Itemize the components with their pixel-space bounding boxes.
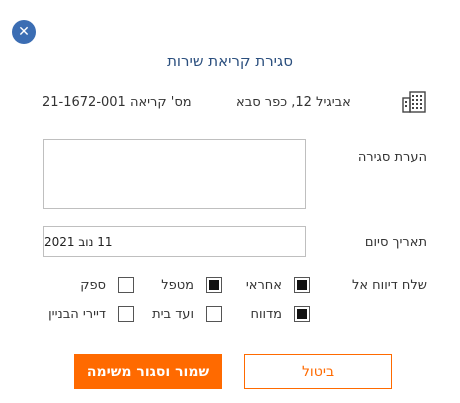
end-date-label: תאריך סיום bbox=[364, 235, 427, 250]
checkbox-box[interactable] bbox=[294, 306, 310, 322]
checkbox-box[interactable] bbox=[294, 277, 310, 293]
checkbox-label: אחראי bbox=[245, 277, 282, 293]
checkbox-label: ועד בית bbox=[152, 306, 194, 322]
recipient-reporter-checkbox[interactable]: מדווח bbox=[250, 304, 310, 324]
recipient-supplier-checkbox[interactable]: ספק bbox=[80, 275, 134, 295]
send-report-label: שלח דיווח אל bbox=[351, 278, 427, 293]
building-icon bbox=[402, 91, 426, 113]
closing-note-label: הערת סגירה bbox=[357, 150, 427, 165]
close-button[interactable]: ✕ bbox=[12, 20, 36, 44]
recipient-handler-checkbox[interactable]: מטפל bbox=[161, 275, 222, 295]
call-number-text: מס' קריאה 21-1672-001 bbox=[42, 95, 192, 110]
checkbox-label: מטפל bbox=[161, 277, 194, 293]
checkbox-box[interactable] bbox=[118, 277, 134, 293]
checkbox-label: ספק bbox=[80, 277, 106, 293]
close-icon: ✕ bbox=[18, 24, 30, 40]
save-and-close-button[interactable]: שמור וסגור משימה bbox=[74, 354, 222, 389]
recipient-residents-checkbox[interactable]: דיירי הבניין bbox=[48, 304, 134, 324]
checkbox-box[interactable] bbox=[206, 277, 222, 293]
cancel-button[interactable]: ביטול bbox=[244, 354, 392, 389]
address-text: אביגיל 12, כפר סבא bbox=[236, 95, 351, 110]
checkbox-label: מדווח bbox=[250, 306, 282, 322]
dialog-title: סגירת קריאת שירות bbox=[167, 52, 293, 70]
checkbox-box[interactable] bbox=[118, 306, 134, 322]
closing-note-textarea[interactable] bbox=[43, 139, 306, 209]
checkbox-box[interactable] bbox=[206, 306, 222, 322]
checkbox-label: דיירי הבניין bbox=[48, 306, 106, 322]
recipient-house-committee-checkbox[interactable]: ועד בית bbox=[152, 304, 222, 324]
end-date-input[interactable]: 11 נוב 2021 bbox=[43, 226, 306, 257]
recipient-responsible-checkbox[interactable]: אחראי bbox=[246, 275, 310, 295]
